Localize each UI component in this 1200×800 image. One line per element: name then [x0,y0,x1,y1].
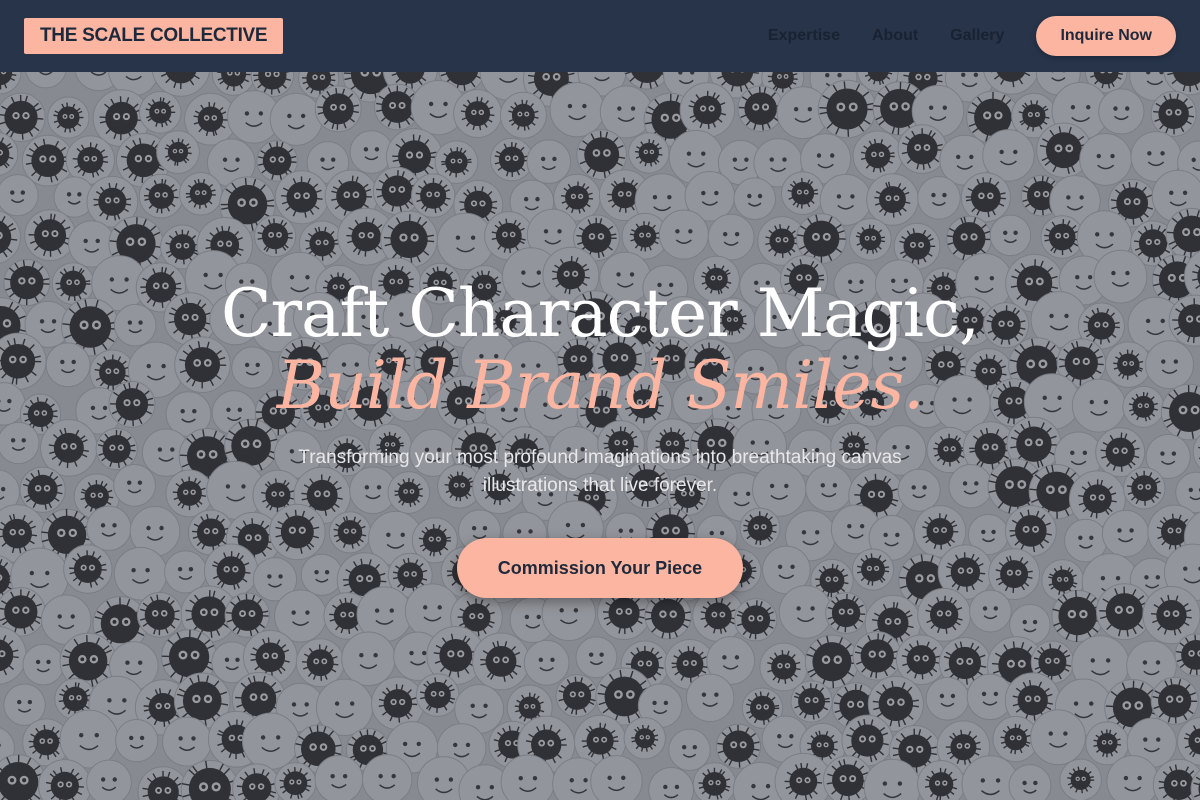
hero-headline: Craft Character Magic, Build Brand Smile… [221,275,980,424]
top-navbar: THE SCALE COLLECTIVE Expertise About Gal… [0,0,1200,72]
hero-headline-accent: Build Brand Smiles. [276,347,925,424]
nav-link-gallery[interactable]: Gallery [950,27,1004,45]
hero-section: Craft Character Magic, Build Brand Smile… [0,72,1200,800]
nav-links: Expertise About Gallery [768,27,1005,45]
nav-link-expertise[interactable]: Expertise [768,27,840,45]
hero-content: Craft Character Magic, Build Brand Smile… [0,72,1200,800]
inquire-now-button[interactable]: Inquire Now [1036,16,1176,56]
brand-logo[interactable]: THE SCALE COLLECTIVE [24,18,284,54]
commission-button[interactable]: Commission Your Piece [457,538,743,598]
nav-link-about[interactable]: About [872,27,918,45]
nav-right: Expertise About Gallery Inquire Now [768,16,1176,56]
hero-headline-line1: Craft Character Magic, [221,275,980,352]
hero-subtitle: Transforming your most profound imaginat… [298,447,902,496]
